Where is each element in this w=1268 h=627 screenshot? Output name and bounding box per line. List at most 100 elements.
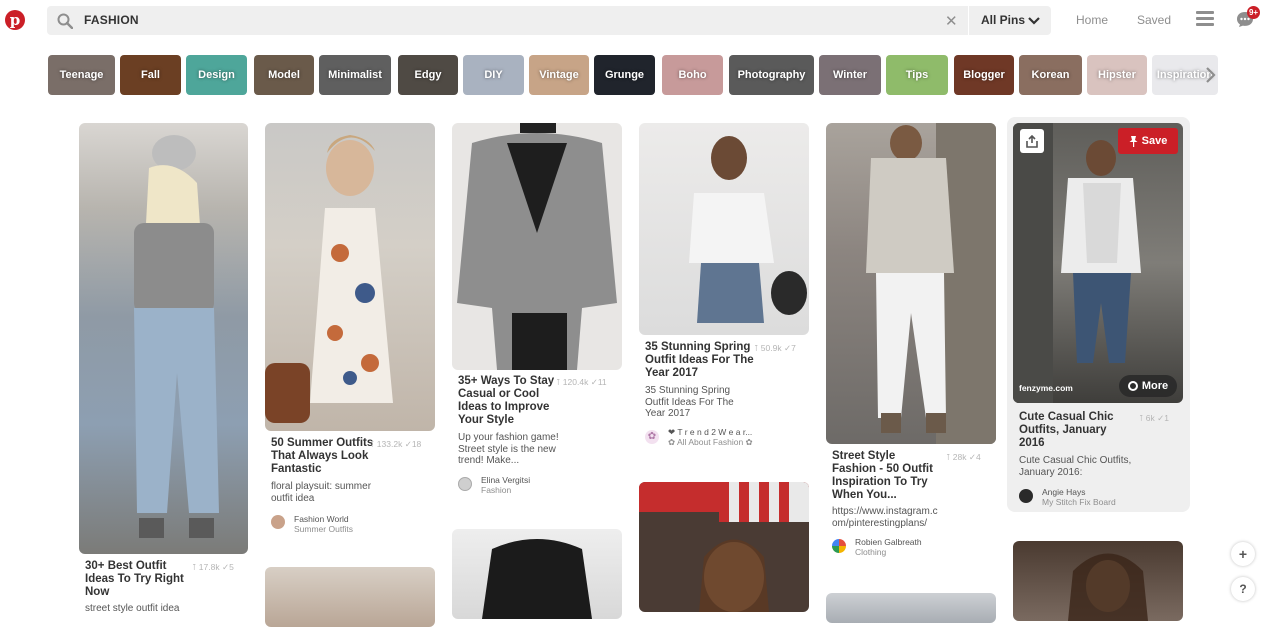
- guide-chip-label: Fall: [141, 69, 160, 81]
- save-button[interactable]: Save: [1118, 128, 1178, 154]
- guide-chip[interactable]: Blogger: [954, 55, 1014, 95]
- guide-chip[interactable]: Edgy: [398, 55, 458, 95]
- user-avatar[interactable]: [271, 515, 285, 529]
- board-name: ✿ All About Fashion ✿: [668, 437, 753, 447]
- pin-title[interactable]: 35 Stunning Spring Outfit Ideas For The …: [645, 341, 757, 380]
- repin-count: 4: [976, 452, 981, 462]
- user-avatar[interactable]: ✿: [645, 430, 659, 444]
- photo-figure: [134, 135, 219, 538]
- pin-stats: ⊺ 50.9k ✓7: [754, 343, 796, 354]
- guide-chip[interactable]: Grunge: [594, 55, 655, 95]
- filter-label: All Pins: [981, 13, 1026, 27]
- pin-image[interactable]: [826, 593, 996, 623]
- pin-attribution[interactable]: Elina Vergitsi Fashion: [481, 475, 530, 495]
- pin-card[interactable]: Street Style Fashion - 50 Outfit Inspira…: [826, 123, 996, 623]
- save-count: 28k: [952, 452, 967, 462]
- repin-count: 7: [791, 343, 796, 353]
- save-count: 17.8k: [198, 562, 220, 572]
- pin-image[interactable]: [1013, 541, 1183, 621]
- pin-attribution[interactable]: Robien Galbreath Clothing: [855, 537, 922, 557]
- pin-stats: ⊺ 133.2k ✓18: [370, 439, 421, 450]
- guide-chip-label: Edgy: [414, 69, 442, 81]
- pin-image[interactable]: [265, 123, 435, 431]
- chevron-right-icon[interactable]: [1204, 65, 1218, 85]
- pin-image[interactable]: [639, 482, 809, 612]
- guide-chip[interactable]: Hipster: [1087, 55, 1147, 95]
- guide-chip[interactable]: Tips: [886, 55, 948, 95]
- repin-count: 1: [1164, 413, 1170, 423]
- guide-chip[interactable]: Model: [254, 55, 314, 95]
- photo-figure: [639, 482, 809, 612]
- pin-card[interactable]: 50 Summer Outfits That Always Look Fanta…: [265, 123, 435, 627]
- nav-saved-link[interactable]: Saved: [1137, 13, 1171, 27]
- notification-badge: 9+: [1247, 6, 1260, 19]
- guide-chip[interactable]: Design: [186, 55, 247, 95]
- pin-image[interactable]: [639, 123, 809, 335]
- search-bar[interactable]: FASHION ✕ All Pins: [47, 6, 1051, 35]
- pin-icon: ⊺: [754, 343, 761, 353]
- guide-chip[interactable]: DIY: [463, 55, 524, 95]
- menu-icon[interactable]: [1196, 11, 1214, 28]
- board-name: Summer Outfits: [294, 524, 354, 534]
- guided-search-chips: Teenage Fall Design Model Minimalist Edgy DIY V…: [48, 55, 1228, 95]
- user-name: ❤ T r e n d 2 W e a r...: [668, 427, 753, 437]
- pin-card[interactable]: 35 Stunning Spring Outfit Ideas For The …: [639, 123, 809, 612]
- pin-image[interactable]: [1013, 123, 1183, 403]
- pin-card[interactable]: Cute Casual Chic Outfits, January 2016 ⊺…: [1013, 123, 1183, 621]
- pin-attribution[interactable]: Fashion World Summer Outfits: [294, 514, 353, 534]
- help-button[interactable]: ?: [1231, 577, 1255, 601]
- check-icon: ✓: [968, 452, 977, 462]
- guide-chip[interactable]: Fall: [120, 55, 181, 95]
- share-icon: [1026, 134, 1038, 148]
- guide-chip-label: Model: [268, 69, 300, 81]
- pin-card[interactable]: 35+ Ways To Stay Casual or Cool Ideas to…: [452, 123, 622, 619]
- user-avatar[interactable]: [458, 477, 472, 491]
- guide-chip[interactable]: Korean: [1019, 55, 1082, 95]
- pinterest-logo[interactable]: p: [5, 10, 25, 30]
- pin-title[interactable]: 50 Summer Outfits That Always Look Fanta…: [271, 437, 376, 476]
- user-avatar[interactable]: [1019, 489, 1033, 503]
- pin-title[interactable]: Cute Casual Chic Outfits, January 2016: [1019, 411, 1119, 450]
- pin-title[interactable]: 30+ Best Outfit Ideas To Try Right Now: [85, 560, 197, 599]
- guide-chip[interactable]: Photography: [729, 55, 814, 95]
- search-icon: [57, 13, 73, 29]
- pin-title[interactable]: 35+ Ways To Stay Casual or Cool Ideas to…: [458, 375, 560, 427]
- repin-count: 11: [597, 377, 607, 387]
- source-link[interactable]: fenzyme.com: [1019, 383, 1073, 393]
- pin-attribution[interactable]: ❤ T r e n d 2 W e a r... ✿ All About Fash…: [668, 427, 753, 447]
- photo-figure: [689, 136, 807, 323]
- pin-image[interactable]: [452, 529, 622, 619]
- more-icon: [1127, 381, 1138, 391]
- photo-figure: [1013, 123, 1141, 403]
- pin-icon: ⊺: [946, 452, 953, 462]
- save-count: 133.2k: [376, 439, 403, 449]
- add-pin-button[interactable]: +: [1231, 542, 1255, 566]
- more-button[interactable]: More: [1119, 375, 1177, 397]
- filter-dropdown[interactable]: All Pins: [981, 13, 1040, 27]
- guide-chip[interactable]: Minimalist: [319, 55, 391, 95]
- user-avatar[interactable]: [832, 539, 846, 553]
- pin-image[interactable]: [826, 123, 996, 444]
- guide-chip[interactable]: Boho: [662, 55, 723, 95]
- pin-image[interactable]: [265, 567, 435, 627]
- pin-attribution[interactable]: Angie Hays My Stitch Fix Board: [1042, 487, 1116, 507]
- pin-description: street style outfit idea: [85, 603, 180, 614]
- photo-figure: [457, 123, 617, 370]
- pin-image[interactable]: [79, 123, 248, 554]
- pin-card[interactable]: 30+ Best Outfit Ideas To Try Right Now ⊺…: [79, 123, 248, 614]
- repin-count: 5: [229, 562, 234, 572]
- nav-home-link[interactable]: Home: [1076, 13, 1108, 27]
- guide-chip[interactable]: Vintage: [529, 55, 589, 95]
- pin-title[interactable]: Street Style Fashion - 50 Outfit Inspira…: [832, 450, 940, 502]
- guide-chip[interactable]: Teenage: [48, 55, 115, 95]
- guide-chip[interactable]: Winter: [819, 55, 881, 95]
- search-input[interactable]: FASHION: [84, 13, 139, 27]
- guide-chip-label: Winter: [832, 69, 868, 81]
- save-count: 120.4k: [562, 377, 589, 387]
- pin-description: floral playsuit: summer outfit idea: [271, 481, 372, 504]
- pin-stats: ⊺ 28k ✓4: [946, 452, 981, 463]
- photo-figure: [265, 135, 393, 423]
- share-button[interactable]: [1020, 129, 1044, 153]
- clear-search-icon[interactable]: ✕: [945, 12, 958, 30]
- pin-image[interactable]: [452, 123, 622, 370]
